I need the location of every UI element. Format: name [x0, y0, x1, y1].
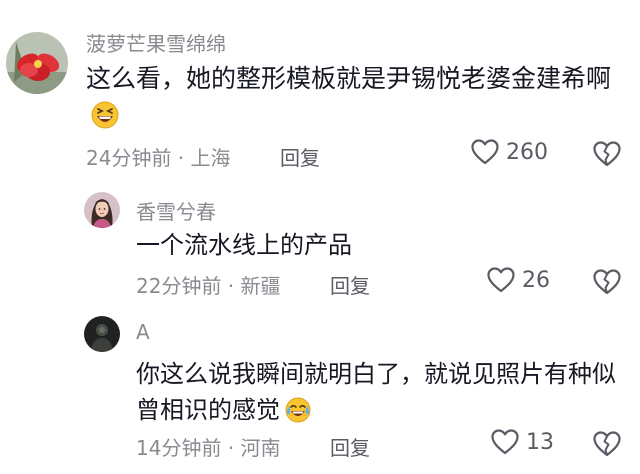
- like-count: 13: [526, 429, 554, 455]
- like-count: 26: [522, 267, 550, 293]
- avatar[interactable]: [84, 192, 120, 228]
- sweat-smile-emoji-icon: [284, 396, 312, 434]
- comment-item: 菠萝芒果雪绵绵 这么看，她的整形模板就是尹锡悦老婆金建希啊 24分钟前 · 上海…: [0, 0, 640, 186]
- comment-text-body: 你这么说我瞬间就明白了，就说见照片有种似曾相识的感觉: [136, 360, 616, 424]
- broken-heart-icon: [592, 141, 622, 172]
- broken-heart-icon: [592, 431, 622, 462]
- reply-button[interactable]: 回复: [330, 270, 370, 299]
- heart-outline-icon: [486, 266, 516, 294]
- reply-button[interactable]: 回复: [330, 432, 370, 461]
- reply-item: 香雪兮春 一个流水线上的产品 22分钟前 · 新疆 回复 26: [0, 186, 640, 312]
- avatar[interactable]: [84, 316, 120, 352]
- broken-heart-icon: [592, 269, 622, 300]
- heart-outline-icon: [490, 428, 520, 456]
- like-button[interactable]: 13: [490, 428, 554, 456]
- comment-username[interactable]: A: [136, 320, 150, 344]
- laughing-face-emoji-icon: [90, 100, 120, 140]
- dislike-button[interactable]: [592, 268, 622, 300]
- comment-username[interactable]: 香雪兮春: [136, 196, 216, 225]
- dislike-button[interactable]: [592, 140, 622, 172]
- comment-text-body: 这么看，她的整形模板就是尹锡悦老婆金建希啊: [86, 64, 612, 93]
- comment-text: 这么看，她的整形模板就是尹锡悦老婆金建希啊: [86, 60, 634, 140]
- heart-outline-icon: [470, 138, 500, 166]
- comment-time-location: 24分钟前 · 上海: [86, 146, 231, 170]
- like-button[interactable]: 26: [486, 266, 550, 294]
- like-count: 260: [506, 139, 548, 165]
- comment-time-location: 14分钟前 · 河南: [136, 436, 281, 460]
- comment-text: 你这么说我瞬间就明白了，就说见照片有种似曾相识的感觉: [136, 356, 626, 434]
- comment-username[interactable]: 菠萝芒果雪绵绵: [86, 28, 226, 57]
- comment-time-location: 22分钟前 · 新疆: [136, 274, 281, 298]
- reply-item: A 你这么说我瞬间就明白了，就说见照片有种似曾相识的感觉 14分钟前 · 河南 …: [0, 312, 640, 474]
- avatar[interactable]: [6, 32, 68, 94]
- like-button[interactable]: 260: [470, 138, 548, 166]
- dislike-button[interactable]: [592, 430, 622, 462]
- comment-text: 一个流水线上的产品: [136, 231, 352, 259]
- reply-button[interactable]: 回复: [280, 142, 320, 171]
